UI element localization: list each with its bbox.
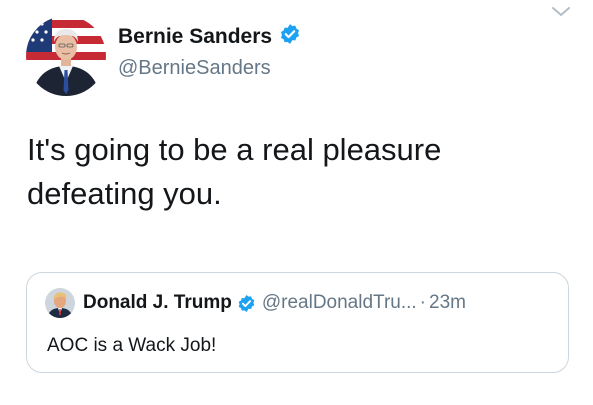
author-name[interactable]: Bernie Sanders bbox=[118, 24, 272, 50]
quoted-verified-badge-icon bbox=[237, 294, 256, 313]
bernie-sanders-avatar-icon bbox=[26, 16, 106, 96]
verified-badge-icon bbox=[279, 23, 301, 50]
quoted-tweet-text: AOC is a Wack Job! bbox=[47, 335, 217, 356]
quoted-author-handle[interactable]: @realDonaldTru... bbox=[262, 292, 417, 314]
donald-trump-avatar-icon bbox=[45, 288, 75, 318]
quoted-tweet-header: Donald J. Trump @realDonaldTru... · 23m bbox=[45, 288, 466, 318]
separator-dot: · bbox=[419, 292, 426, 313]
tweet-text: It's going to be a real pleasure defeati… bbox=[27, 132, 442, 211]
quoted-tweet-card[interactable]: Donald J. Trump @realDonaldTru... · 23m … bbox=[26, 272, 569, 373]
author-name-row[interactable]: Bernie Sanders bbox=[118, 23, 301, 50]
author-avatar[interactable] bbox=[26, 16, 106, 96]
quoted-tweet-time[interactable]: 23m bbox=[429, 292, 466, 314]
author-handle[interactable]: @BernieSanders bbox=[118, 55, 271, 81]
quoted-author-avatar[interactable] bbox=[45, 288, 75, 318]
quoted-author-name[interactable]: Donald J. Trump bbox=[83, 292, 232, 314]
chevron-down-icon[interactable] bbox=[550, 4, 572, 20]
